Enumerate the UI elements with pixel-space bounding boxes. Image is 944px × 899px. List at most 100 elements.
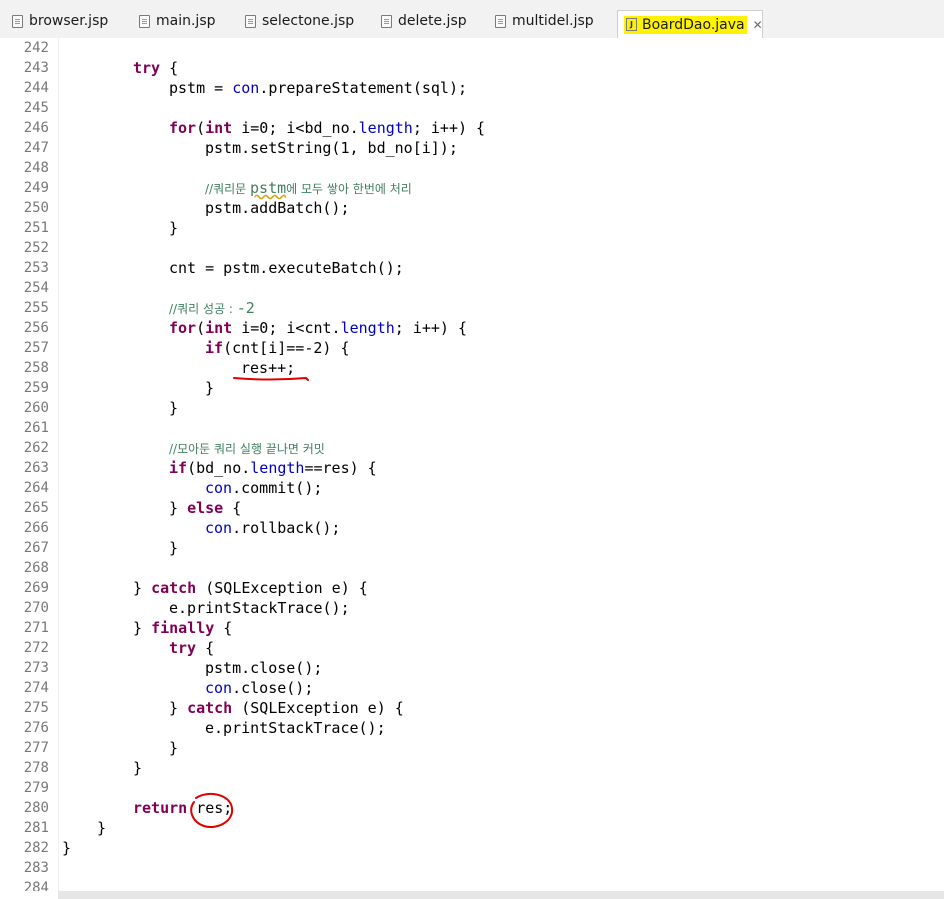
line-number: 270 [23,600,49,616]
code-line-265: } else { [169,498,241,518]
code-text: { [160,59,179,77]
line-number: 252 [23,240,49,256]
editor-tab-bar: browser.jsp main.jsp selectone.jsp delet… [0,0,944,39]
keyword: catch [151,579,197,597]
code-text: .close(); [232,679,314,697]
gutter-divider [58,38,59,891]
comment: //모아둔 쿼리 실행 끝나면 커밋 [169,442,325,456]
comment-text: //쿼리 성공 : [169,302,237,316]
code-line-269: } catch (SQLException e) { [133,578,368,598]
code-line-277: } [169,739,179,757]
line-number: 245 [23,100,49,116]
jsp-file-icon [245,14,256,28]
code-line-251: } [169,219,179,237]
code-text: { [214,619,233,637]
code-line-276: e.printStackTrace(); [205,719,386,737]
line-number: 258 [23,360,49,376]
code-text: (bd_no. [187,459,251,477]
field-ref: length [358,119,413,137]
keyword: try [169,639,197,657]
code-line-282: } [62,839,72,857]
line-number: 275 [23,700,49,716]
line-number: 259 [23,380,49,396]
tab-label: main.jsp [156,13,216,29]
line-number: 247 [23,140,49,156]
keyword: int [205,119,233,137]
code-line-273: pstm.close(); [205,659,323,677]
line-number: 267 [23,540,49,556]
code-line-271: } finally { [133,618,232,638]
code-line-262: //모아둔 쿼리 실행 끝나면 커밋 [169,438,325,458]
line-number: 281 [23,820,49,836]
tab-multidel-jsp[interactable]: multidel.jsp [495,10,594,32]
code-line-274: con.close(); [205,678,313,698]
keyword: if [169,459,188,477]
tab-browser-jsp[interactable]: browser.jsp [12,10,108,32]
close-icon[interactable]: ✕ [753,19,763,31]
code-line-244: pstm = con.prepareStatement(sql); [169,78,467,98]
line-number: 250 [23,200,49,216]
code-line-258: res++; [241,359,296,377]
comment-text: //쿼리문 [205,182,251,196]
field-ref: con [205,479,233,497]
line-number: 279 [23,780,49,796]
code-text: ==res) { [304,459,377,477]
line-number: 263 [23,460,49,476]
code-line-255: //쿼리 성공 : -2 [169,298,255,318]
line-number: 248 [23,160,49,176]
line-number: 283 [23,860,49,876]
line-number: 256 [23,320,49,336]
code-text: .rollback(); [232,519,341,537]
line-number: 251 [23,220,49,236]
line-number: 243 [23,60,49,76]
code-line-250: pstm.addBatch(); [205,199,350,217]
code-text: i=0; i<cnt. [232,319,341,337]
tab-label: BoardDao.java [642,16,745,33]
code-text: } [169,499,188,517]
line-number: 266 [23,520,49,536]
line-number: 276 [23,720,49,736]
code-text: .prepareStatement(sql); [259,79,468,97]
code-text: ; i++) { [412,119,486,137]
code-editor[interactable]: 242 243 244 245 246 247 248 249 250 251 … [0,38,944,891]
code-text: pstm = [169,79,233,97]
code-text: (SQLException e) { [232,699,404,717]
comment: //쿼리문 pstm에 모두 쌓아 한번에 처리 [205,179,412,197]
code-line-280: return res; [133,798,232,818]
jsp-file-icon [139,14,150,28]
tab-main-jsp[interactable]: main.jsp [139,10,216,32]
line-number: 268 [23,560,49,576]
tab-label: selectone.jsp [262,13,355,29]
code-text: i=0; i<bd_no. [232,119,359,137]
field-ref: con [205,519,233,537]
code-line-256: for(int i=0; i<cnt.length; i++) { [169,318,467,338]
code-line-247: pstm.setString(1, bd_no[i]); [205,139,458,157]
code-text: .commit(); [232,479,323,497]
line-number: 262 [23,440,49,456]
code-line-275: } catch (SQLException e) { [169,698,404,718]
field-ref: length [250,459,305,477]
tab-selectone-jsp[interactable]: selectone.jsp [245,10,354,32]
line-number: 257 [23,340,49,356]
keyword: if [205,339,224,357]
keyword: for [169,119,197,137]
code-line-253: cnt = pstm.executeBatch(); [169,259,404,277]
line-number: 265 [23,500,49,516]
line-number: 254 [23,280,49,296]
tab-highlight: J BoardDao.java [624,15,747,34]
line-number: 273 [23,660,49,676]
keyword: try [133,59,161,77]
comment-text: pstm [250,179,287,197]
keyword: for [169,319,197,337]
code-line-257: if(cnt[i]==-2) { [205,338,350,358]
tab-delete-jsp[interactable]: delete.jsp [381,10,467,32]
line-number: 280 [23,800,49,816]
code-line-243: try { [133,58,178,78]
horizontal-scrollbar[interactable] [58,891,944,899]
code-text: { [196,639,215,657]
line-number: 255 [23,300,49,316]
tab-boarddao-java[interactable]: J BoardDao.java ✕ [617,10,763,38]
keyword: else [187,499,224,517]
comment-text: 에 모두 쌓아 한번에 처리 [286,182,412,196]
field-ref: con [205,679,233,697]
